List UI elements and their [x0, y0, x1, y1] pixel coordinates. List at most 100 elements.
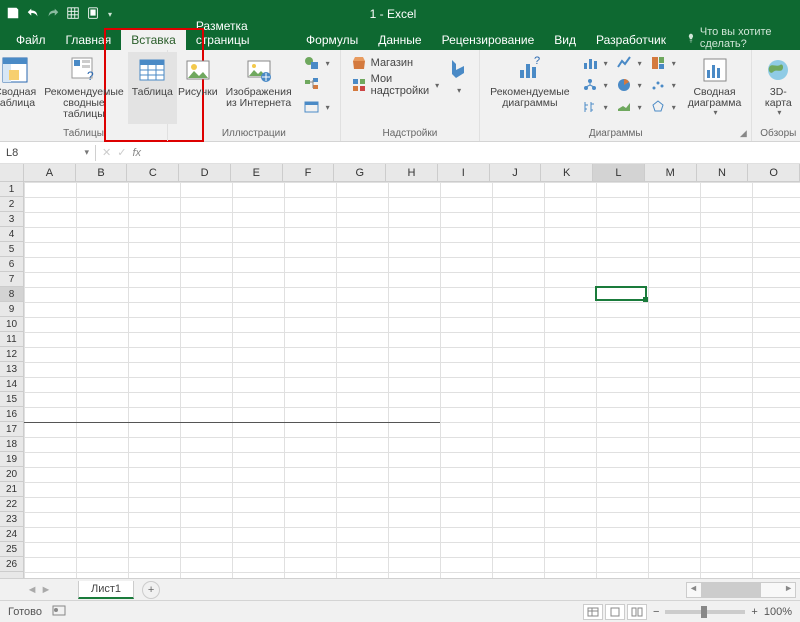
- surface-chart-icon[interactable]: ▾: [612, 96, 646, 118]
- row-header-16[interactable]: 16: [0, 407, 23, 422]
- my-addins-button[interactable]: Мои надстройки▾: [347, 74, 444, 96]
- row-header-5[interactable]: 5: [0, 242, 23, 257]
- macro-record-icon[interactable]: [52, 603, 66, 620]
- row-header-25[interactable]: 25: [0, 542, 23, 557]
- shapes-button[interactable]: ▾: [300, 52, 334, 74]
- select-all-corner[interactable]: [0, 164, 24, 182]
- tab-formulas[interactable]: Формулы: [296, 30, 368, 50]
- hierarchy-chart-icon[interactable]: ▾: [578, 74, 612, 96]
- treemap-chart-icon[interactable]: ▾: [646, 52, 680, 74]
- tab-file[interactable]: Файл: [6, 30, 56, 50]
- smartart-button[interactable]: [300, 74, 334, 96]
- pivot-table-button[interactable]: Сводная таблица: [0, 52, 40, 124]
- sheet-nav[interactable]: ◄ ►: [0, 584, 78, 596]
- touch-mode-icon[interactable]: [86, 6, 100, 23]
- row-header-26[interactable]: 26: [0, 557, 23, 572]
- zoom-slider[interactable]: [665, 610, 745, 614]
- zoom-level[interactable]: 100%: [764, 606, 792, 618]
- row-header-23[interactable]: 23: [0, 512, 23, 527]
- col-header-L[interactable]: L: [593, 164, 645, 181]
- row-header-13[interactable]: 13: [0, 362, 23, 377]
- tab-insert[interactable]: Вставка: [121, 30, 186, 50]
- charts-dialog-launcher[interactable]: ◢: [737, 127, 749, 139]
- stock-chart-icon[interactable]: ▾: [578, 96, 612, 118]
- col-header-D[interactable]: D: [179, 164, 231, 181]
- col-header-N[interactable]: N: [697, 164, 749, 181]
- row-header-11[interactable]: 11: [0, 332, 23, 347]
- group-illustrations: Рисунки Изображения из Интернета ▾ ▾ Илл…: [168, 50, 341, 141]
- row-header-4[interactable]: 4: [0, 227, 23, 242]
- tab-review[interactable]: Рецензирование: [432, 30, 545, 50]
- recommended-pivot-button[interactable]: ? Рекомендуемые сводные таблицы: [40, 52, 128, 124]
- col-header-M[interactable]: M: [645, 164, 697, 181]
- status-bar: Готово − + 100%: [0, 600, 800, 622]
- zoom-in-button[interactable]: +: [751, 606, 757, 618]
- col-header-E[interactable]: E: [231, 164, 283, 181]
- recommended-charts-button[interactable]: ? Рекомендуемые диаграммы: [486, 52, 574, 124]
- group-tours: 3D- карта▾ Обзоры: [752, 50, 800, 141]
- row-header-19[interactable]: 19: [0, 452, 23, 467]
- store-button[interactable]: Магазин: [347, 52, 444, 74]
- sheet-tab-1[interactable]: Лист1: [78, 581, 134, 599]
- col-header-A[interactable]: A: [24, 164, 76, 181]
- horizontal-scrollbar[interactable]: ◄ ►: [686, 582, 796, 598]
- col-header-C[interactable]: C: [127, 164, 179, 181]
- col-header-I[interactable]: I: [438, 164, 490, 181]
- table-quick-icon[interactable]: [66, 6, 80, 23]
- online-pictures-button[interactable]: Изображения из Интернета: [222, 52, 296, 124]
- row-header-14[interactable]: 14: [0, 377, 23, 392]
- col-header-F[interactable]: F: [283, 164, 335, 181]
- row-header-17[interactable]: 17: [0, 422, 23, 437]
- view-switcher[interactable]: [583, 604, 647, 620]
- zoom-out-button[interactable]: −: [653, 606, 659, 618]
- spreadsheet-grid[interactable]: ABCDEFGHIJKLMNO 123456789101112131415161…: [0, 164, 800, 578]
- active-cell[interactable]: [595, 286, 647, 301]
- undo-icon[interactable]: [26, 6, 40, 23]
- col-header-B[interactable]: B: [76, 164, 128, 181]
- col-header-H[interactable]: H: [386, 164, 438, 181]
- row-header-7[interactable]: 7: [0, 272, 23, 287]
- fx-icon[interactable]: fx: [132, 147, 141, 159]
- row-header-3[interactable]: 3: [0, 212, 23, 227]
- row-header-24[interactable]: 24: [0, 527, 23, 542]
- save-icon[interactable]: [6, 6, 20, 23]
- radar-chart-icon[interactable]: ▾: [646, 96, 680, 118]
- row-header-22[interactable]: 22: [0, 497, 23, 512]
- row-header-2[interactable]: 2: [0, 197, 23, 212]
- col-header-O[interactable]: O: [748, 164, 800, 181]
- tab-page-layout[interactable]: Разметка страницы: [186, 16, 296, 50]
- tab-home[interactable]: Главная: [56, 30, 122, 50]
- tab-developer[interactable]: Разработчик: [586, 30, 676, 50]
- pie-chart-icon[interactable]: ▾: [612, 74, 646, 96]
- tell-me-search[interactable]: Что вы хотите сделать?: [686, 26, 800, 50]
- ribbon-tabs: Файл Главная Вставка Разметка страницы Ф…: [0, 28, 800, 50]
- row-header-9[interactable]: 9: [0, 302, 23, 317]
- bing-maps-button[interactable]: ▾: [443, 52, 473, 124]
- row-header-1[interactable]: 1: [0, 182, 23, 197]
- row-header-10[interactable]: 10: [0, 317, 23, 332]
- row-header-20[interactable]: 20: [0, 467, 23, 482]
- row-header-12[interactable]: 12: [0, 347, 23, 362]
- row-header-18[interactable]: 18: [0, 437, 23, 452]
- name-box[interactable]: L8▾: [0, 145, 96, 161]
- row-header-15[interactable]: 15: [0, 392, 23, 407]
- row-header-21[interactable]: 21: [0, 482, 23, 497]
- col-header-K[interactable]: K: [541, 164, 593, 181]
- 3d-map-button[interactable]: 3D- карта▾: [758, 52, 798, 124]
- pivot-chart-button[interactable]: Сводная диаграмма▾: [684, 52, 746, 124]
- redo-icon[interactable]: [46, 6, 60, 23]
- tab-view[interactable]: Вид: [544, 30, 586, 50]
- pictures-button[interactable]: Рисунки: [174, 52, 222, 124]
- row-header-6[interactable]: 6: [0, 257, 23, 272]
- group-addins: Магазин Мои надстройки▾ ▾ Надстройки: [341, 50, 481, 141]
- col-header-G[interactable]: G: [334, 164, 386, 181]
- scatter-chart-icon[interactable]: ▾: [646, 74, 680, 96]
- tab-data[interactable]: Данные: [368, 30, 431, 50]
- col-header-J[interactable]: J: [490, 164, 542, 181]
- column-chart-icon[interactable]: ▾: [578, 52, 612, 74]
- line-chart-icon[interactable]: ▾: [612, 52, 646, 74]
- screenshot-button[interactable]: ▾: [300, 96, 334, 118]
- add-sheet-button[interactable]: +: [142, 581, 160, 599]
- normal-view-icon: [583, 604, 603, 620]
- row-header-8[interactable]: 8: [0, 287, 23, 302]
